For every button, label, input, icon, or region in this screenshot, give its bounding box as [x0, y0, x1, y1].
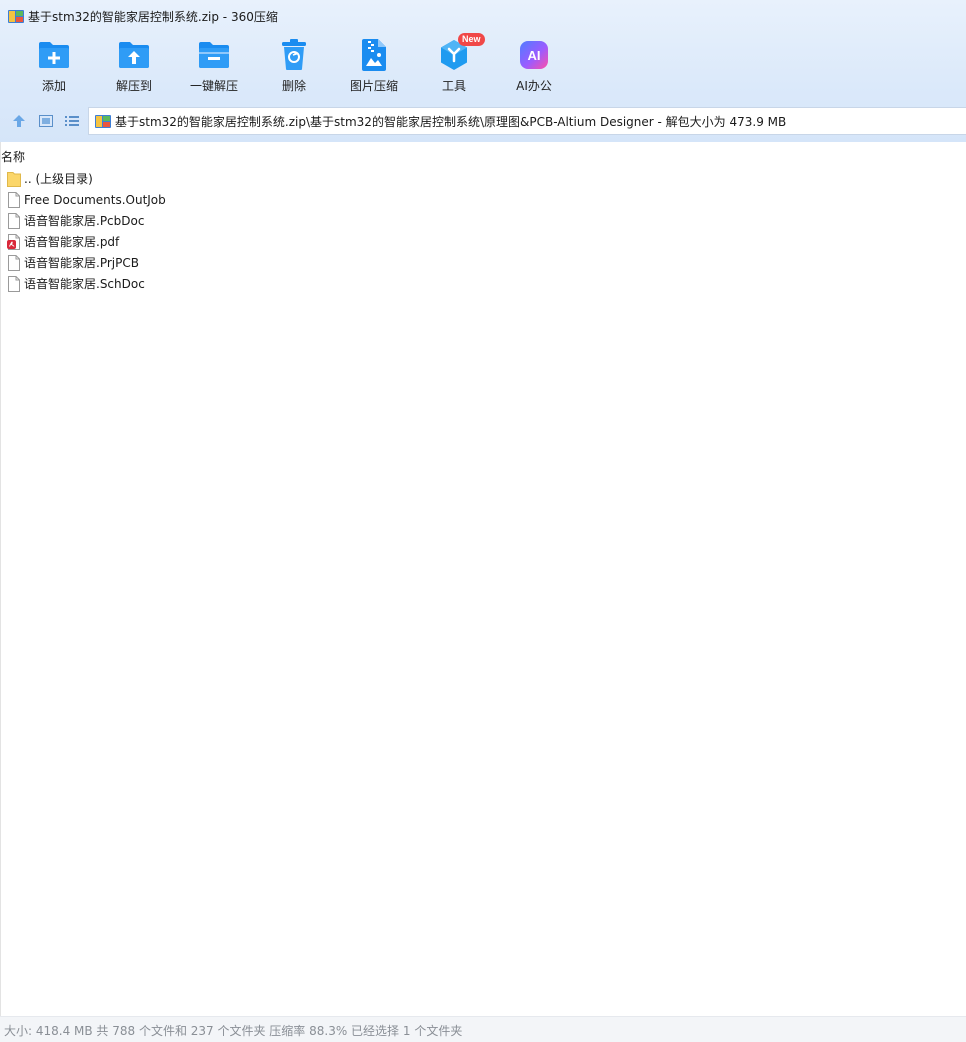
- list-item[interactable]: 语音智能家居.SchDoc: [7, 273, 166, 294]
- app-window: 基于stm32的智能家居控制系统.zip - 360压缩 添加 解压到 一键解压…: [0, 0, 966, 1042]
- image-zip-icon: [357, 38, 391, 72]
- list-view-icon: [65, 116, 79, 126]
- add-button[interactable]: 添加: [14, 38, 94, 98]
- add-button-label: 添加: [41, 79, 66, 93]
- tools-button[interactable]: New 工具: [414, 33, 494, 98]
- up-level-button[interactable]: [10, 112, 28, 130]
- one-click-extract-button-label: 一键解压: [189, 79, 238, 93]
- status-bar: 大小: 418.4 MB 共 788 个文件和 237 个文件夹 压缩率 88.…: [0, 1016, 966, 1042]
- list-item-parent-dir[interactable]: .. (上级目录): [7, 168, 166, 189]
- list-item[interactable]: Free Documents.OutJob: [7, 189, 166, 210]
- svg-text:AI: AI: [528, 48, 541, 63]
- status-text: 大小: 418.4 MB 共 788 个文件和 237 个文件夹 压缩率 88.…: [4, 1024, 463, 1038]
- folder-icon: [7, 171, 21, 187]
- folder-upload-icon: [117, 38, 151, 72]
- archive-icon: [95, 115, 111, 128]
- column-header-name[interactable]: 名称: [1, 148, 25, 164]
- file-icon: [8, 275, 20, 292]
- file-name: 语音智能家居.pdf: [24, 235, 120, 249]
- ai-office-button-label: AI办公: [516, 79, 552, 93]
- file-name: 语音智能家居.SchDoc: [24, 277, 145, 291]
- file-name: 语音智能家居.PrjPCB: [24, 256, 139, 270]
- file-list: .. (上级目录) Free Documents.OutJob 语音智能家居.P…: [7, 168, 166, 294]
- folder-minus-icon: [197, 38, 231, 72]
- thumbnail-view-icon: [39, 115, 53, 127]
- title-bar[interactable]: 基于stm32的智能家居控制系统.zip - 360压缩: [0, 0, 966, 32]
- file-icon: [8, 254, 20, 271]
- image-compress-button-label: 图片压缩: [349, 79, 398, 93]
- list-item[interactable]: 语音智能家居.PrjPCB: [7, 252, 166, 273]
- window-chrome: 基于stm32的智能家居控制系统.zip - 360压缩 添加 解压到 一键解压…: [0, 0, 966, 142]
- one-click-extract-button[interactable]: 一键解压: [174, 38, 254, 98]
- archive-app-icon: [8, 10, 24, 23]
- file-name: 语音智能家居.PcbDoc: [24, 214, 145, 228]
- file-list-pane[interactable]: 名称 .. (上级目录) Free Documents.OutJob 语音智能家…: [0, 142, 966, 1016]
- address-path: 基于stm32的智能家居控制系统.zip\基于stm32的智能家居控制系统\原理…: [115, 114, 787, 129]
- list-item[interactable]: 语音智能家居.pdf: [7, 231, 166, 252]
- tools-button-label: 工具: [441, 79, 466, 93]
- toolbar: 添加 解压到 一键解压 删除 图片压缩 New 工具 AI AI办公: [14, 33, 574, 98]
- new-badge: New: [458, 33, 485, 46]
- arrow-up-icon: [13, 115, 25, 127]
- window-title: 基于stm32的智能家居控制系统.zip - 360压缩: [28, 10, 278, 24]
- address-bar[interactable]: 基于stm32的智能家居控制系统.zip\基于stm32的智能家居控制系统\原理…: [88, 107, 966, 135]
- file-icon: [8, 212, 20, 229]
- list-view-button[interactable]: [63, 112, 81, 130]
- list-item[interactable]: 语音智能家居.PcbDoc: [7, 210, 166, 231]
- delete-button[interactable]: 删除: [254, 38, 334, 98]
- pdf-icon: [7, 233, 20, 250]
- extract-to-button[interactable]: 解压到: [94, 38, 174, 98]
- navigation-bar: 基于stm32的智能家居控制系统.zip\基于stm32的智能家居控制系统\原理…: [0, 106, 966, 136]
- extract-to-button-label: 解压到: [115, 79, 152, 93]
- trash-icon: [277, 38, 311, 72]
- image-compress-button[interactable]: 图片压缩: [334, 38, 414, 98]
- file-icon: [8, 191, 20, 208]
- file-name: Free Documents.OutJob: [24, 192, 166, 207]
- ai-icon: AI: [517, 38, 551, 72]
- delete-button-label: 删除: [281, 79, 306, 93]
- thumbnail-view-button[interactable]: [37, 112, 55, 130]
- ai-office-button[interactable]: AI AI办公: [494, 38, 574, 98]
- file-name: .. (上级目录): [24, 172, 93, 186]
- folder-plus-icon: [37, 38, 71, 72]
